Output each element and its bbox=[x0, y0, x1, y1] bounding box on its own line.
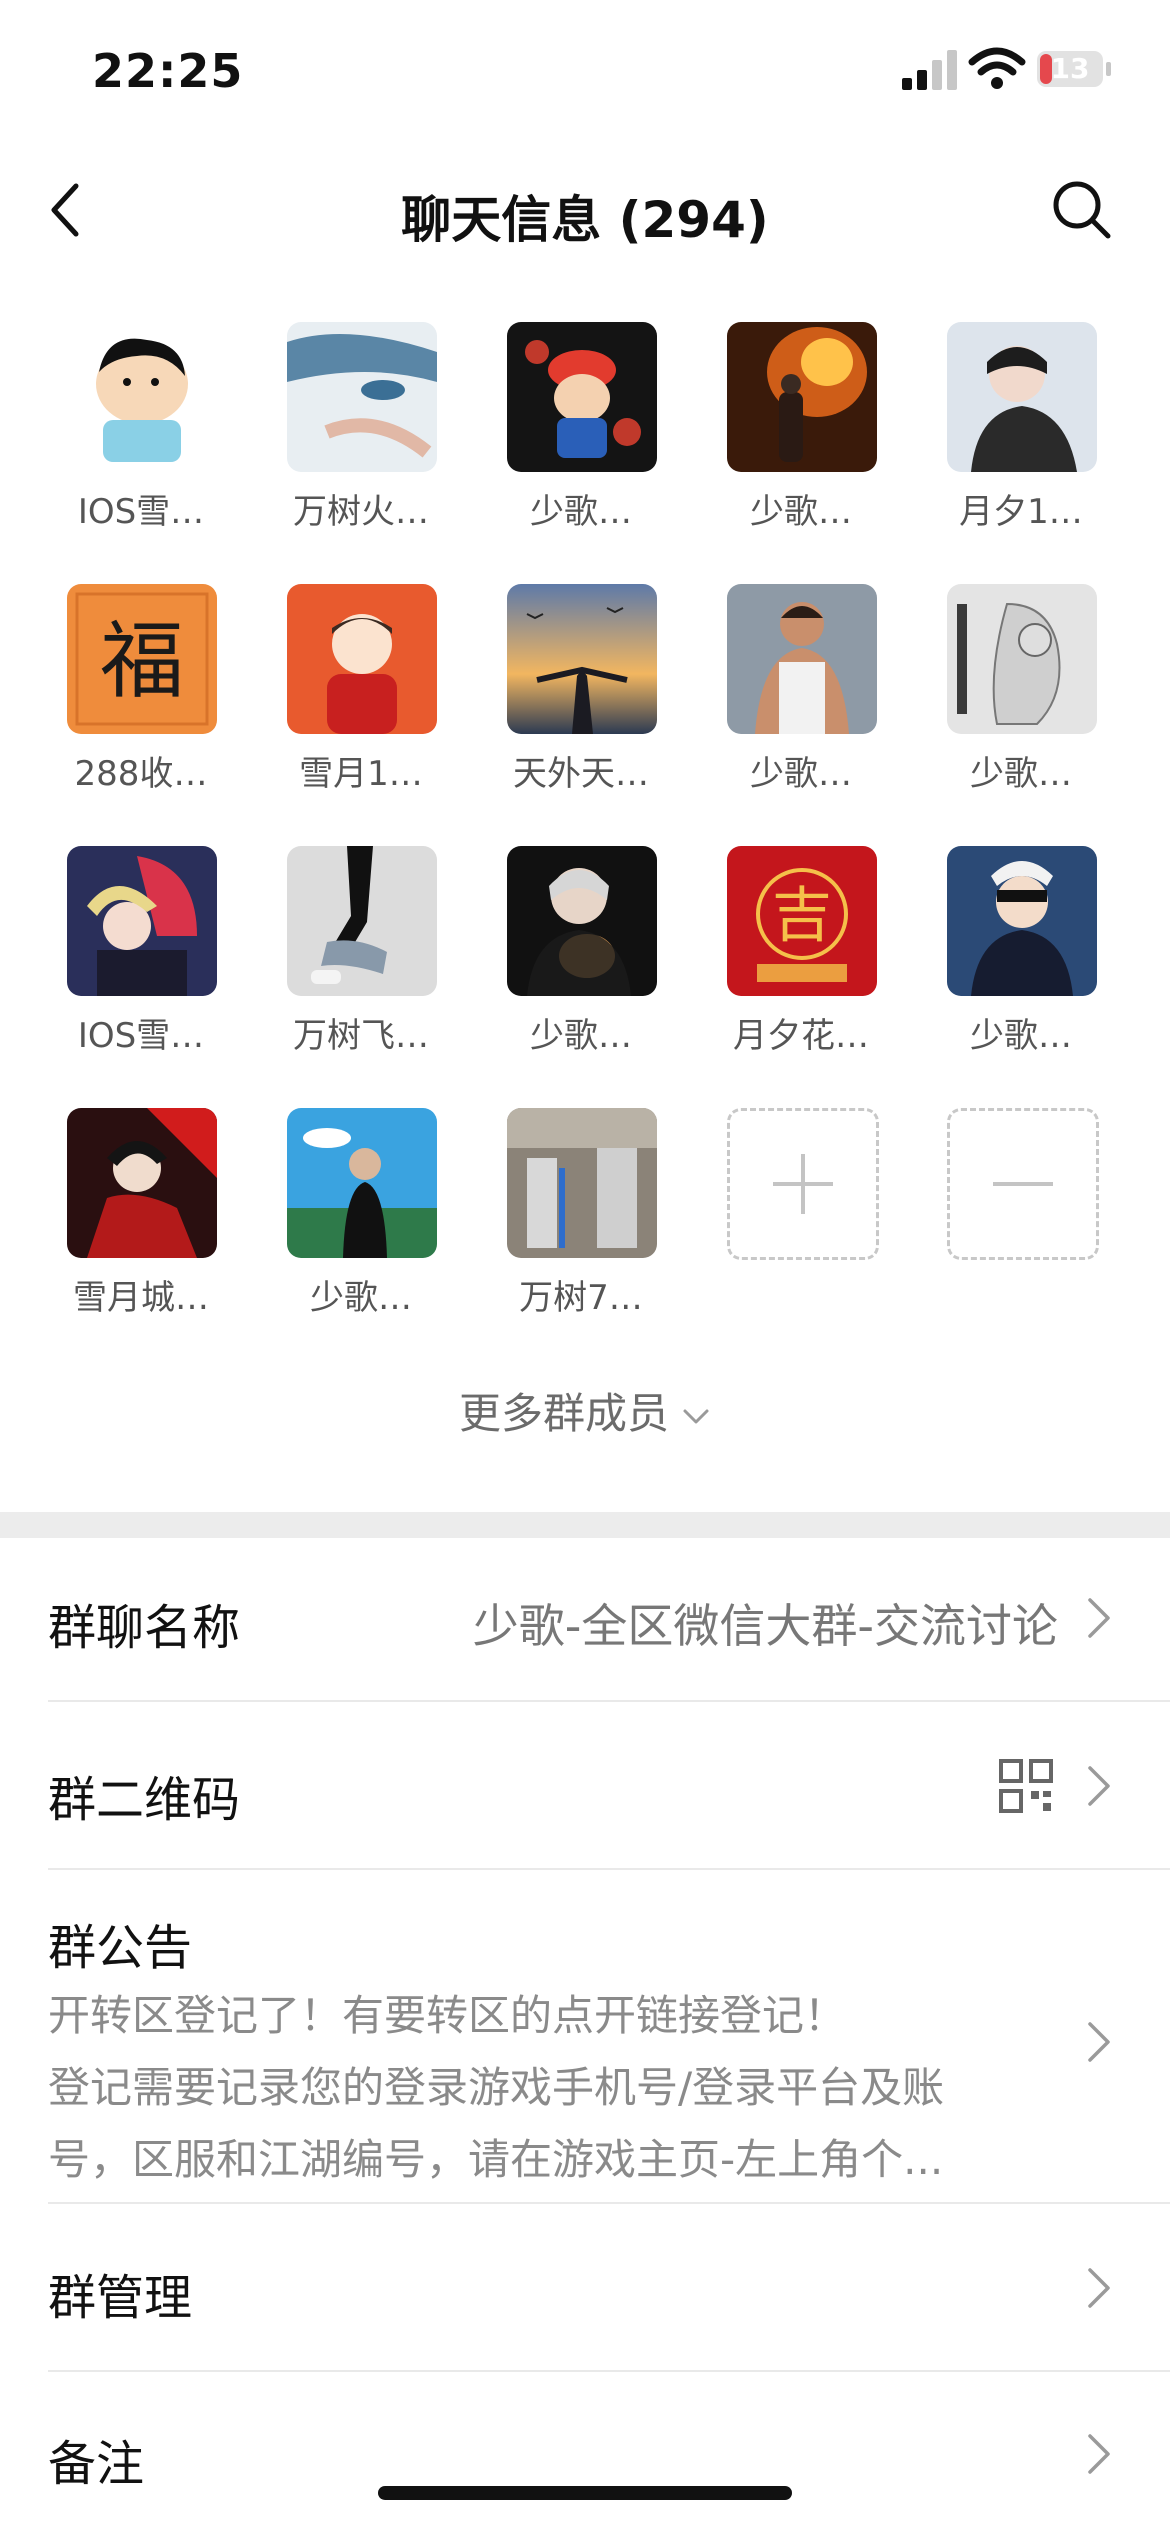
qr-code-label: 群二维码 bbox=[48, 1772, 241, 1828]
plus-icon bbox=[773, 1154, 833, 1214]
avatar bbox=[287, 1108, 437, 1258]
member-item[interactable]: 雪月城… bbox=[41, 1086, 241, 1318]
chevron-right-icon bbox=[1088, 1766, 1110, 1806]
svg-text:福: 福 bbox=[100, 612, 184, 710]
more-members-label: 更多群成员 bbox=[458, 1389, 669, 1438]
member-item[interactable]: 少歌… bbox=[481, 824, 681, 1056]
home-indicator bbox=[378, 2486, 792, 2500]
member-name: IOS雪… bbox=[77, 492, 205, 532]
chevron-down-icon bbox=[683, 1409, 709, 1423]
wifi-icon bbox=[968, 47, 1026, 89]
status-time: 22:25 bbox=[92, 44, 244, 98]
minus-icon bbox=[993, 1182, 1053, 1186]
group-manage-label: 群管理 bbox=[48, 2270, 193, 2326]
group-name-label: 群聊名称 bbox=[48, 1600, 241, 1656]
member-name: 少歌… bbox=[530, 1016, 632, 1056]
chevron-right-icon bbox=[1088, 2022, 1110, 2062]
avatar bbox=[67, 1108, 217, 1258]
qr-code-icon bbox=[999, 1759, 1053, 1813]
member-name: 天外天… bbox=[513, 754, 649, 794]
member-name: 少歌… bbox=[970, 1016, 1072, 1056]
avatar bbox=[67, 322, 217, 472]
section-divider bbox=[0, 1512, 1170, 1538]
group-notice-label: 群公告 bbox=[48, 1920, 193, 1976]
member-name: 万树火… bbox=[293, 492, 429, 532]
member-name: 万树飞… bbox=[293, 1016, 429, 1056]
chevron-right-icon bbox=[1088, 2434, 1110, 2474]
member-name: 雪月1… bbox=[299, 754, 423, 794]
group-name-value: 少歌-全区微信大群-交流讨论 bbox=[472, 1599, 1058, 1653]
member-item[interactable]: 少歌… bbox=[701, 300, 901, 532]
member-name: 少歌… bbox=[310, 1278, 412, 1318]
member-item[interactable]: 万树飞… bbox=[261, 824, 461, 1056]
navigation-bar: 聊天信息 (294) bbox=[0, 150, 1170, 270]
notice-line: 号，区服和江湖编号，请在游戏主页-左上角个... bbox=[48, 2135, 944, 2184]
notice-line: 登记需要记录您的登录游戏手机号/登录平台及账 bbox=[48, 2063, 945, 2112]
svg-text:吉: 吉 bbox=[772, 881, 832, 951]
battery-indicator: 13 bbox=[1036, 50, 1112, 88]
member-item[interactable]: 万树7… bbox=[481, 1086, 681, 1318]
avatar bbox=[727, 322, 877, 472]
member-item[interactable]: 少歌… bbox=[481, 300, 681, 532]
member-item[interactable]: IOS雪… bbox=[41, 824, 241, 1056]
member-name: 万树7… bbox=[519, 1278, 643, 1318]
member-name: 少歌… bbox=[970, 754, 1072, 794]
cellular-signal-icon bbox=[902, 50, 957, 90]
avatar bbox=[947, 322, 1097, 472]
avatar bbox=[287, 846, 437, 996]
avatar bbox=[947, 846, 1097, 996]
member-item[interactable]: 雪月1… bbox=[261, 562, 461, 794]
avatar bbox=[507, 1108, 657, 1258]
avatar: 吉 bbox=[727, 846, 877, 996]
avatar bbox=[507, 846, 657, 996]
group-notice-row[interactable]: 群公告 开转区登记了！有要转区的点开链接登记！ 登记需要记录您的登录游戏手机号/… bbox=[0, 1870, 1170, 2200]
avatar bbox=[287, 584, 437, 734]
remove-member-button[interactable] bbox=[921, 1086, 1121, 1316]
member-name: 月夕花… bbox=[733, 1016, 869, 1056]
member-item[interactable]: 少歌… bbox=[261, 1086, 461, 1318]
avatar: 福 bbox=[67, 584, 217, 734]
add-member-button[interactable] bbox=[701, 1086, 901, 1316]
member-item[interactable]: 万树火… bbox=[261, 300, 461, 532]
chevron-right-icon bbox=[1088, 1598, 1110, 1638]
avatar bbox=[67, 846, 217, 996]
avatar bbox=[287, 322, 437, 472]
search-icon[interactable] bbox=[1050, 178, 1114, 242]
member-name: 288收… bbox=[74, 754, 208, 794]
more-members-button[interactable]: 更多群成员 bbox=[0, 1380, 1170, 1441]
remove-member-box[interactable] bbox=[947, 1108, 1099, 1260]
member-name: 少歌… bbox=[750, 492, 852, 532]
member-item[interactable]: 福 288收… bbox=[41, 562, 241, 794]
avatar bbox=[507, 322, 657, 472]
member-name: 少歌… bbox=[530, 492, 632, 532]
member-item[interactable]: 天外天… bbox=[481, 562, 681, 794]
status-bar: 22:25 13 bbox=[0, 0, 1170, 150]
member-item[interactable]: 少歌… bbox=[921, 824, 1121, 1056]
remark-label: 备注 bbox=[48, 2436, 145, 2492]
member-item[interactable]: 月夕1… bbox=[921, 300, 1121, 532]
avatar bbox=[947, 584, 1097, 734]
remark-row[interactable]: 备注 bbox=[0, 2372, 1170, 2532]
qr-code-row[interactable]: 群二维码 bbox=[0, 1702, 1170, 1868]
member-name: IOS雪… bbox=[77, 1016, 205, 1056]
group-manage-row[interactable]: 群管理 bbox=[0, 2204, 1170, 2370]
member-item[interactable]: 少歌… bbox=[921, 562, 1121, 794]
member-name: 雪月城… bbox=[73, 1278, 209, 1318]
avatar bbox=[727, 584, 877, 734]
battery-level: 13 bbox=[1050, 52, 1090, 85]
member-item[interactable]: IOS雪… bbox=[41, 300, 241, 532]
page-title: 聊天信息 (294) bbox=[401, 191, 769, 249]
member-name: 少歌… bbox=[750, 754, 852, 794]
avatar bbox=[507, 584, 657, 734]
add-member-box[interactable] bbox=[727, 1108, 879, 1260]
member-item[interactable]: 少歌… bbox=[701, 562, 901, 794]
member-item[interactable]: 吉 月夕花… bbox=[701, 824, 901, 1056]
notice-line: 开转区登记了！有要转区的点开链接登记！ bbox=[48, 1991, 847, 2040]
member-name: 月夕1… bbox=[959, 492, 1083, 532]
chevron-right-icon bbox=[1088, 2268, 1110, 2308]
group-name-row[interactable]: 群聊名称 少歌-全区微信大群-交流讨论 bbox=[0, 1538, 1170, 1698]
